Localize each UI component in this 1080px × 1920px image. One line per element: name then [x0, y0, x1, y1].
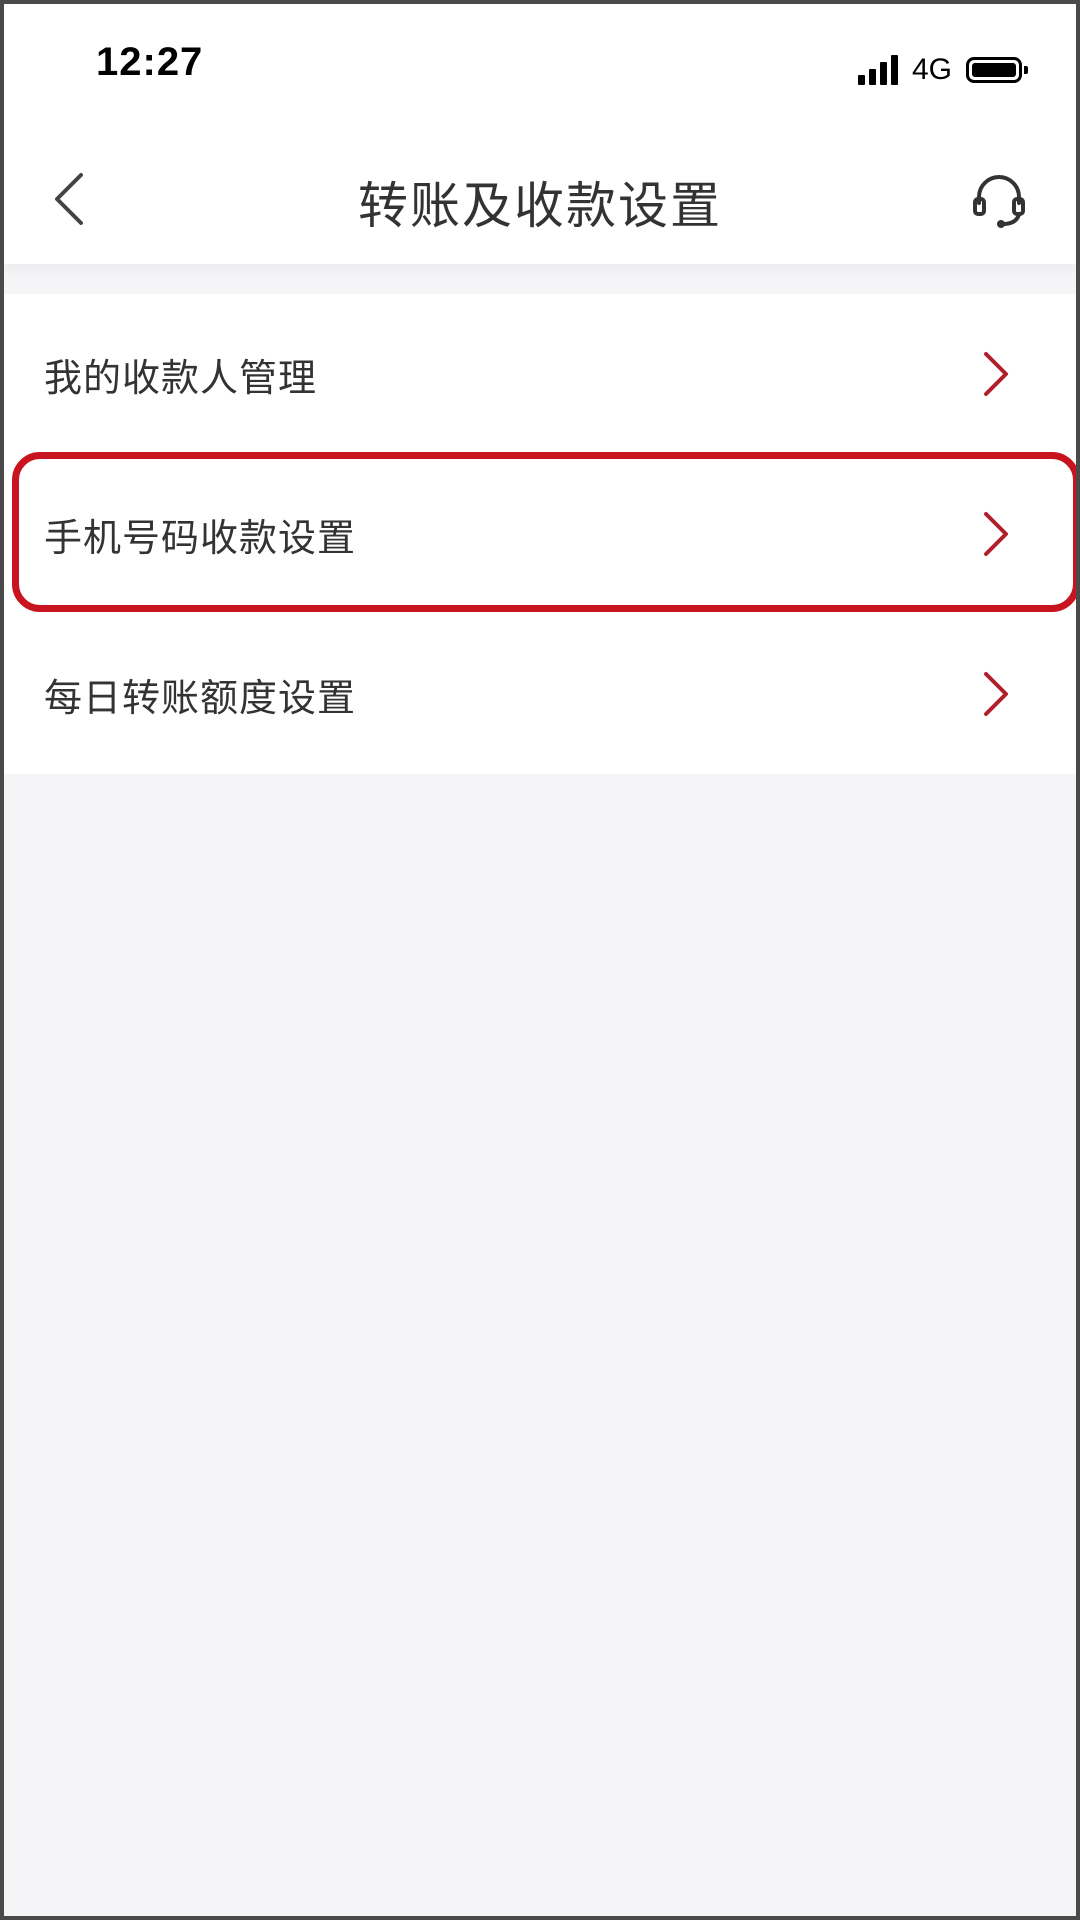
headset-icon [973, 175, 1025, 228]
menu-item-label: 每日转账额度设置 [44, 675, 357, 720]
chevron-right-icon [984, 352, 1008, 396]
page-title: 转账及收款设置 [358, 177, 722, 235]
status-bar: 12:27 4G [4, 4, 1076, 134]
battery-icon [966, 57, 1028, 83]
settings-menu: 我的收款人管理 手机号码收款设置 每日转账额度设置 [4, 294, 1076, 774]
chevron-right-icon [984, 512, 1008, 556]
menu-item-payee-management[interactable]: 我的收款人管理 [4, 294, 1076, 454]
menu-item-label: 手机号码收款设置 [44, 515, 357, 560]
navigation-bar: 转账及收款设置 [4, 134, 1076, 264]
customer-service-button[interactable] [962, 162, 1036, 236]
app-screen: 12:27 4G 转账及收款设置 我的收款人管理 手机号码收款设置 每日转账额度… [0, 0, 1080, 1920]
menu-item-label: 我的收款人管理 [44, 355, 318, 400]
chevron-right-icon [984, 672, 1008, 716]
status-indicators: 4G [857, 50, 1028, 90]
menu-item-phone-number-receipt[interactable]: 手机号码收款设置 [4, 454, 1076, 614]
network-label: 4G [911, 53, 952, 86]
menu-item-daily-transfer-limit[interactable]: 每日转账额度设置 [4, 614, 1076, 774]
signal-icon [857, 55, 898, 85]
status-time: 12:27 [96, 40, 204, 84]
